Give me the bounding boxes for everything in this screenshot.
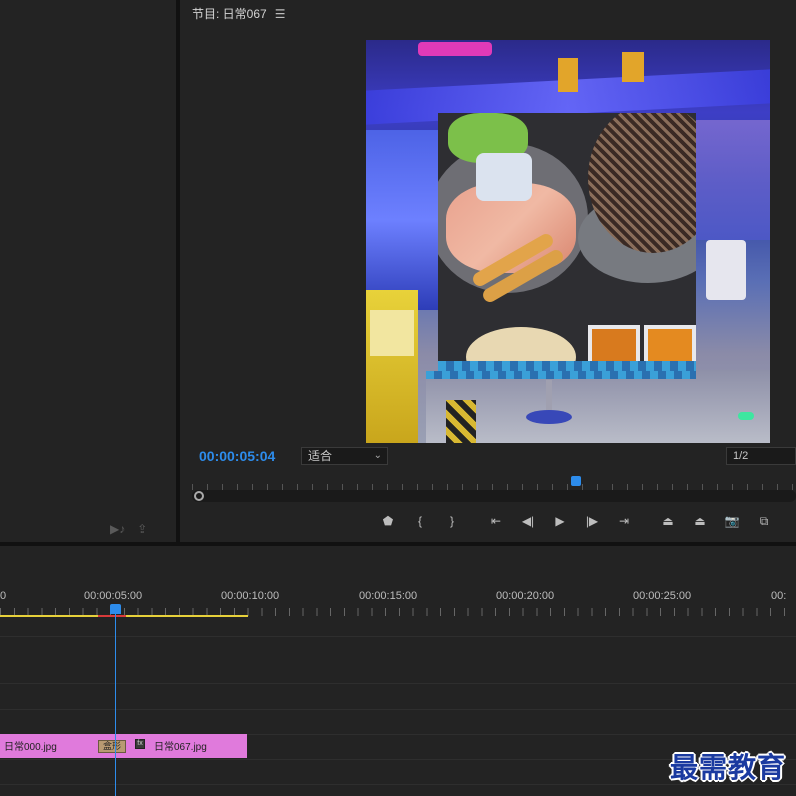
overwrite-icon[interactable]: ⇪ [137,522,147,536]
video-wall-light [696,120,770,240]
ruler-label: 0 [0,590,7,602]
ruler-label: 00:00:10:00 [221,590,280,602]
scrollbar-handle[interactable] [194,491,204,501]
video-hazard-stripe [446,400,476,443]
video-lamp [622,52,644,82]
source-panel-buttons: ▶♪ ⇪ [110,522,147,536]
ruler-label: 00:00:15:00 [359,590,418,602]
playhead-timecode[interactable]: 00:00:05:04 [199,448,275,464]
table-border [438,361,696,371]
program-monitor: 节目: 日常067 ☰ 00:00:05:04 适合 ⌄ 1/2 ⬟ {} ⇤… [180,0,796,542]
clip-label: 日常067.jpg [154,742,207,753]
video-preview[interactable] [366,40,770,443]
timeline-clip[interactable]: fx 日常067.jpg [110,734,247,758]
box-transition[interactable]: 盒形 [98,740,126,753]
ruler-label: 00:00:05:00 [84,590,143,602]
step-forward-icon[interactable]: |▶ [580,512,604,530]
playback-resolution-select[interactable]: 1/2 [726,447,796,465]
track-separator [0,709,796,710]
video-floor [426,370,770,443]
mark-out-icon[interactable]: } [440,512,464,530]
video-green-light [738,412,754,420]
box-transition-inset-image [438,113,696,371]
source-panel: ▶♪ ⇪ [0,0,176,542]
insert-icon[interactable]: ▶♪ [110,522,125,536]
step-back-icon[interactable]: ◀| [516,512,540,530]
monitor-playhead[interactable] [571,476,581,486]
program-monitor-title[interactable]: 节目: 日常067 ☰ [192,5,285,22]
extract-icon[interactable]: ⏏ [688,512,712,530]
transport-controls: ⬟ { } ⇤ ◀| ▶ |▶ ⇥ ⏏ ⏏ 📷 ⧉ [376,512,784,530]
video-chair [706,240,746,300]
video-table-edge [426,371,696,379]
lift-icon[interactable]: ⏏ [656,512,680,530]
chevron-down-icon: ⌄ [373,450,382,461]
export-frame-icon[interactable]: 📷 [720,512,744,530]
render-bar-unrendered [98,615,126,617]
ruler-label: 00: [771,590,787,602]
marker-icon[interactable]: ⬟ [376,512,400,530]
play-icon[interactable]: ▶ [548,512,572,530]
compare-view-icon[interactable]: ⧉ [752,512,776,530]
video-stand-base [526,410,572,424]
mark-in-icon[interactable]: { [408,512,432,530]
fx-badge[interactable]: fx [135,739,145,749]
clip-label: 日常000.jpg [4,742,57,753]
video-lamp [558,58,578,92]
zoom-fit-select[interactable]: 适合 ⌄ [301,447,388,465]
go-to-in-icon[interactable]: ⇤ [484,512,508,530]
program-title-text: 节目: 日常067 [192,7,267,21]
monitor-time-ruler[interactable] [192,478,796,490]
watermark-logo: 最需教育 [670,751,787,784]
timeline-clip[interactable]: 日常000.jpg [0,734,110,758]
video-yellow-panel [370,310,414,356]
playback-resolution-value: 1/2 [733,450,749,462]
track-separator [0,683,796,684]
track-separator [0,636,796,637]
zoom-fit-value: 适合 [308,449,333,463]
ruler-label: 00:00:20:00 [496,590,555,602]
food-cup [476,153,532,201]
monitor-zoom-scrollbar[interactable] [192,490,796,502]
video-arcade-machine [366,130,438,310]
playhead-line[interactable] [115,612,116,796]
video-decoration [418,42,492,56]
go-to-out-icon[interactable]: ⇥ [612,512,636,530]
ruler-label: 00:00:25:00 [633,590,692,602]
hamburger-icon[interactable]: ☰ [275,7,286,21]
